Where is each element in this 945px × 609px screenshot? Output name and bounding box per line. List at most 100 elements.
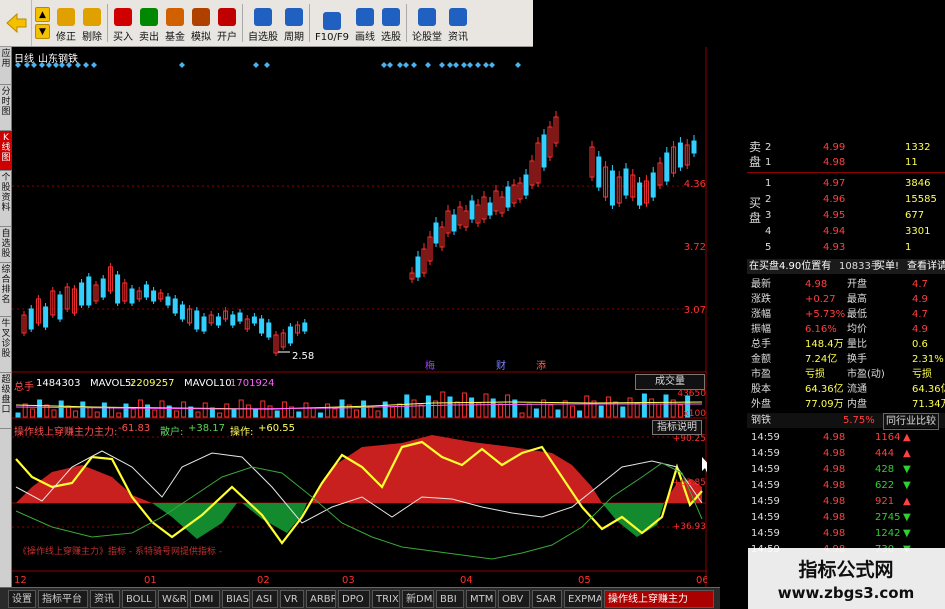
tick-time: 14:59 — [751, 528, 780, 539]
tick-volume: 1242 — [875, 528, 901, 539]
indicator-tab-2[interactable]: 资讯 — [90, 590, 120, 608]
volume-bar — [577, 410, 583, 418]
volume-bar — [231, 408, 237, 418]
toolbar-button-4[interactable]: 基金 — [162, 0, 188, 46]
industry-compare-button[interactable]: 同行业比较 — [883, 413, 939, 430]
side-tab-2[interactable]: K线图 — [0, 131, 12, 171]
page-up-icon[interactable]: ▲ — [35, 7, 50, 22]
stat-key: 市盈(动) — [847, 369, 885, 380]
indicator-description: 《操作线上穿赚主力》指标 - 系特骑号网提供指标 - — [18, 547, 223, 557]
indicator-help-button[interactable]: 指标说明 — [652, 420, 702, 435]
indicator-tab-10[interactable]: DPO — [338, 590, 370, 608]
candle — [677, 142, 683, 168]
arrow-up-icon: ▲ — [903, 432, 911, 443]
toolbar-button-7[interactable]: 自选股 — [245, 0, 281, 46]
toolbar-button-1[interactable]: 剔除 — [79, 0, 105, 46]
stat-row: 市盈 亏损 市盈(动) 亏损 — [747, 367, 945, 382]
candle — [215, 316, 221, 326]
side-tab-1[interactable]: 分时图 — [0, 85, 12, 131]
side-tab-0[interactable]: 应用 — [0, 47, 12, 85]
back-button[interactable] — [0, 0, 32, 46]
toolbar-button-0[interactable]: 修正 — [53, 0, 79, 46]
volume-dropdown[interactable]: 成交量 — [635, 374, 705, 390]
level-price: 4.93 — [823, 242, 846, 253]
indicator-main-value: -61.83 — [118, 423, 151, 434]
toolbar-button-13[interactable]: 资讯 — [445, 0, 471, 46]
toolbar-button-label: F10/F9 — [315, 32, 349, 43]
toolbar-separator — [309, 4, 310, 42]
toolbar-button-10[interactable]: 画线 — [352, 0, 378, 46]
indicator-tab-11[interactable]: TRIX — [372, 590, 400, 608]
quote-panel: 卖盘 买盘 2 4.99 1332 1 4.98 11 1 4.97 3846 2 4.96 15585 3… — [747, 138, 945, 555]
candle — [523, 174, 529, 196]
buy-level: 2 4.96 15585 — [747, 192, 945, 207]
side-tab-3[interactable]: 个股资料 — [0, 171, 12, 227]
stat-row: 总手 148.4万 量比 0.6 — [747, 337, 945, 352]
candle — [172, 298, 178, 314]
stat-row: 振幅 6.16% 均价 4.9 — [747, 322, 945, 337]
tick-volume: 921 — [875, 496, 895, 507]
indicator-tab-6[interactable]: BIAS — [222, 590, 250, 608]
stat-key: 最低 — [847, 309, 867, 320]
indicator-tab-9[interactable]: ARBR — [306, 590, 336, 608]
candle — [194, 310, 200, 330]
toolbar-button-11[interactable]: 选股 — [378, 0, 404, 46]
indicator-tab-5[interactable]: DMI — [190, 590, 220, 608]
page-down-icon[interactable]: ▼ — [35, 24, 50, 39]
indicator-tab-15[interactable]: OBV — [498, 590, 530, 608]
candle — [201, 316, 207, 332]
indicator-tab-17[interactable]: EXPMA — [564, 590, 602, 608]
tick-row: 14:59 4.98 921 ▲ — [747, 494, 945, 509]
toolbar-button-label: 修正 — [56, 32, 76, 43]
chart-canvas: 4.36 3.72 3.07 2.58 梅 财 添 43650 x100 +90.25 +63.85… — [12, 47, 711, 587]
exclude-icon — [83, 8, 101, 26]
toolbar-button-5[interactable]: 模拟 — [188, 0, 214, 46]
level-price: 4.97 — [823, 178, 846, 189]
indicator-tab-7[interactable]: ASI — [252, 590, 278, 608]
stat-key: 市盈 — [751, 369, 771, 380]
stat-value: 亏损 — [912, 369, 932, 380]
candle — [86, 276, 92, 306]
side-tab-4[interactable]: 自选股 — [0, 227, 12, 263]
page-updown: ▲ ▼ — [32, 0, 53, 46]
stat-value: 148.4万 — [805, 339, 844, 350]
level-volume: 1 — [905, 242, 912, 253]
toolbar-button-6[interactable]: 开户 — [214, 0, 240, 46]
select-icon — [381, 8, 400, 26]
indicator-tab-13[interactable]: BBI — [436, 590, 464, 608]
toolbar-button-12[interactable]: 论股堂 — [409, 0, 445, 46]
indicator-axis-label: +90.25 — [673, 434, 706, 444]
buy-level: 4 4.94 3301 — [747, 224, 945, 239]
toolbar-button-9[interactable]: F10/F9 — [312, 0, 352, 46]
indicator-tab-16[interactable]: SAR — [532, 590, 562, 608]
candle — [151, 290, 157, 302]
stat-key: 均价 — [847, 324, 867, 335]
toolbar-button-3[interactable]: 卖出 — [136, 0, 162, 46]
tick-volume: 622 — [875, 480, 895, 491]
stat-row: 最新 4.98 开盘 4.7 — [747, 277, 945, 292]
tick-price: 4.98 — [823, 464, 846, 475]
date-axis-label: 01 — [144, 575, 157, 586]
volume-bar — [382, 401, 388, 418]
indicator-tab-3[interactable]: BOLL — [122, 590, 156, 608]
candle — [115, 274, 121, 304]
side-tab-6[interactable]: 牛叉诊股 — [0, 317, 12, 373]
side-tab-5[interactable]: 综合排名 — [0, 263, 12, 317]
toolbar-button-8[interactable]: 周期 — [281, 0, 307, 46]
indicator-tab-4[interactable]: W&R — [158, 590, 188, 608]
date-axis-label: 12 — [14, 575, 27, 586]
level-price: 4.98 — [823, 157, 846, 168]
indicator-tab-0[interactable]: 设置 — [8, 590, 36, 608]
lock-icon — [218, 8, 236, 26]
indicator-tab-18[interactable]: 操作线上穿赚主力 — [604, 590, 714, 608]
indicator-tab-1[interactable]: 指标平台 — [38, 590, 88, 608]
side-tab-7[interactable]: 超级盘口 — [0, 373, 12, 429]
level-price: 4.94 — [823, 226, 846, 237]
view-detail-button[interactable]: 查看详请 — [907, 259, 945, 274]
indicator-tab-8[interactable]: VR — [280, 590, 304, 608]
indicator-tab-12[interactable]: 新DMA — [402, 590, 434, 608]
indicator-tab-14[interactable]: MTM — [466, 590, 496, 608]
stat-key: 量比 — [847, 339, 867, 350]
toolbar-button-2[interactable]: 买入 — [110, 0, 136, 46]
stat-key: 股本 — [751, 384, 771, 395]
